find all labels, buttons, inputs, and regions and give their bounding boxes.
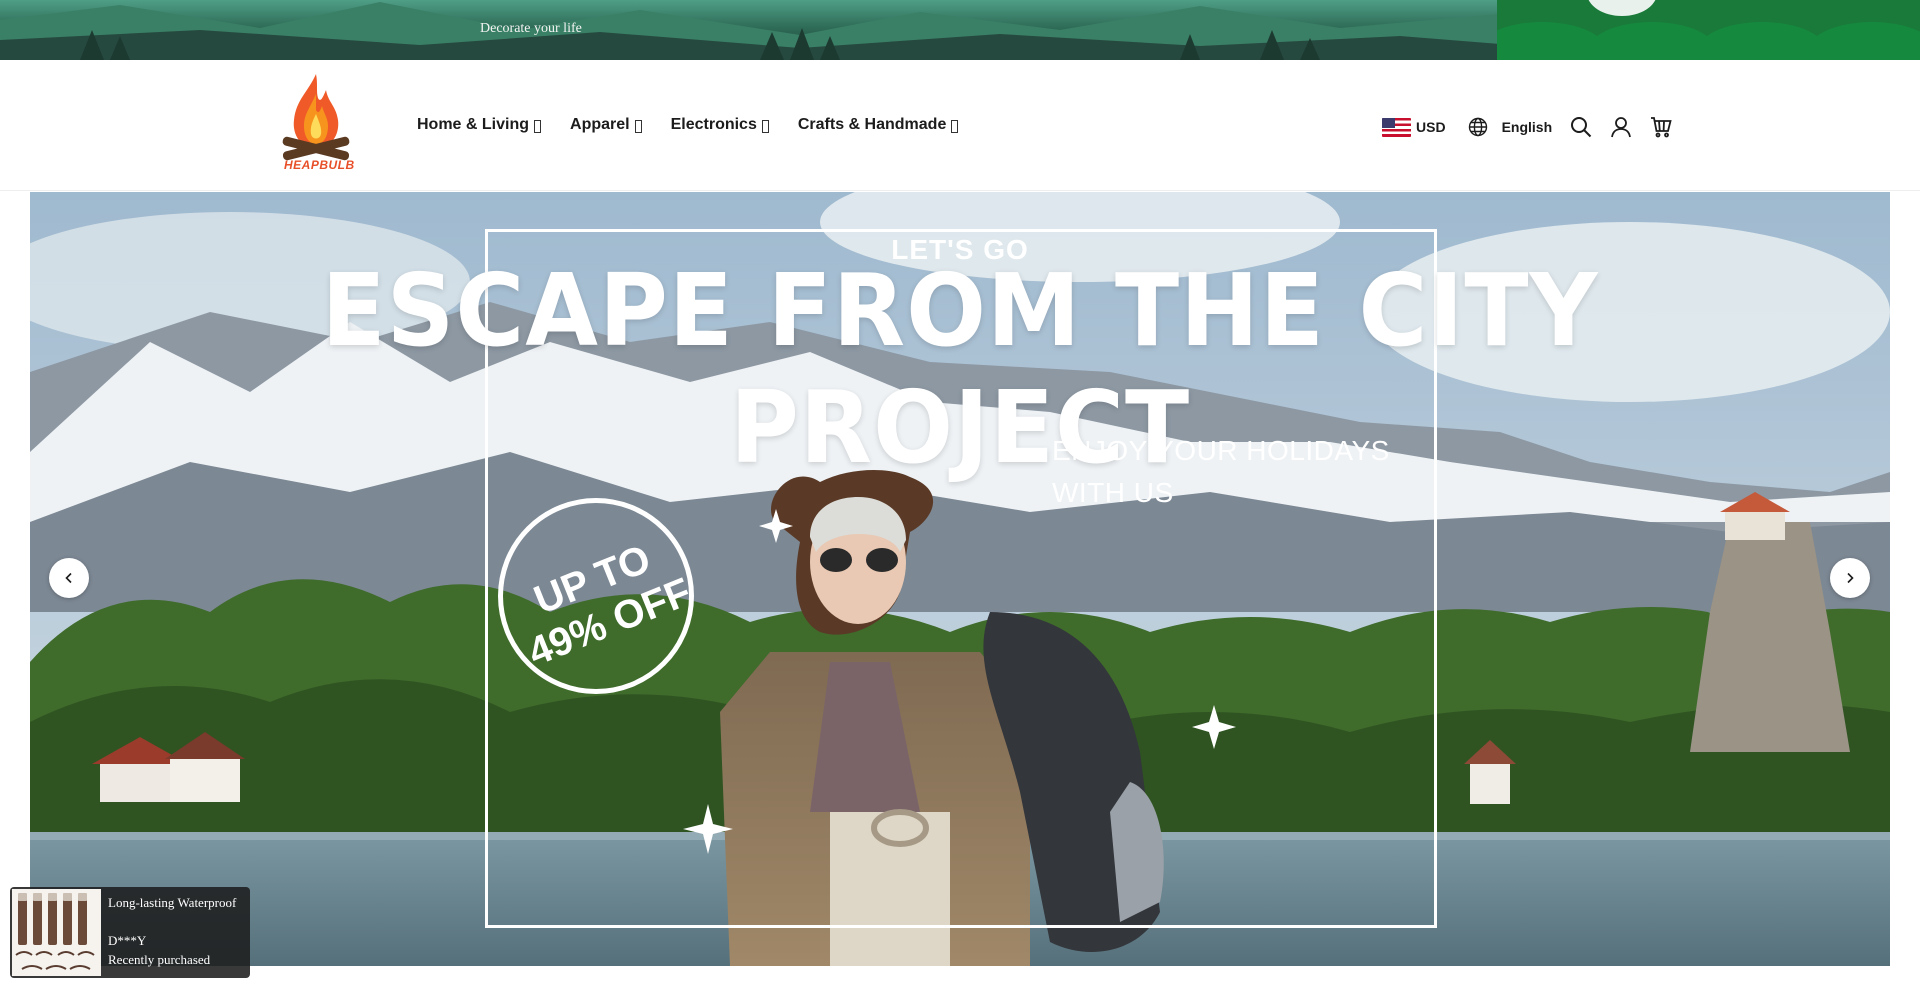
nav-item-label: Electronics — [670, 116, 757, 133]
chevron-down-icon — [634, 119, 642, 133]
header-actions: USD English — [1382, 112, 1690, 142]
chevron-left-icon — [65, 572, 72, 584]
search-icon[interactable] — [1570, 116, 1592, 138]
announcement-text[interactable]: Decorate your life — [480, 21, 582, 37]
nav-item-label: Apparel — [570, 116, 630, 133]
brand-wordmark: HEAPBULB — [284, 158, 355, 172]
hero-subline-line-2: WITH US — [1052, 477, 1174, 508]
cart-icon[interactable] — [1650, 116, 1672, 138]
hero-subline-line-1: ENJOY YOUR HOLIDAYS — [1052, 435, 1390, 466]
globe-icon[interactable] — [1468, 117, 1488, 137]
hero-subline: ENJOY YOUR HOLIDAYS WITH US — [1052, 430, 1390, 514]
language-selector[interactable]: English — [1502, 119, 1553, 135]
hero-headline: ESCAPE FROM THE CITY PROJECT — [321, 252, 1599, 486]
hero-slideshow[interactable]: LET'S GO ESCAPE FROM THE CITY PROJECT EN… — [30, 192, 1890, 966]
slideshow-next-button[interactable] — [1830, 558, 1870, 598]
discount-badge: UP TO 49% OFF — [498, 498, 697, 694]
popup-buyer-name: D***Y — [108, 933, 147, 948]
account-icon[interactable] — [1610, 116, 1632, 138]
announcement-bar: Decorate your life — [0, 0, 1920, 60]
slideshow-previous-button[interactable] — [49, 558, 89, 598]
currency-selector[interactable]: USD — [1416, 119, 1446, 135]
recent-purchase-popup[interactable]: Long-lasting Waterproof D***Y Recently p… — [10, 887, 250, 978]
product-image — [12, 889, 101, 976]
nav-item-crafts-handmade[interactable]: Crafts & Handmade — [797, 116, 959, 134]
site-header: HEAPBULB Home & Living Apparel Electroni… — [0, 60, 1920, 191]
chevron-down-icon — [761, 119, 769, 133]
nav-item-home-living[interactable]: Home & Living — [417, 116, 542, 134]
chevron-down-icon — [951, 119, 959, 133]
main-navigation: Home & Living Apparel Electronics Crafts… — [417, 116, 987, 134]
mountain-banner-image — [0, 2, 1500, 60]
nav-item-label: Crafts & Handmade — [797, 116, 947, 133]
nav-item-label: Home & Living — [417, 116, 530, 133]
banner-green-panel — [1497, 0, 1920, 60]
nav-item-electronics[interactable]: Electronics — [671, 116, 769, 134]
popup-status: Recently purchased — [108, 952, 211, 967]
product-thumbnail[interactable] — [12, 889, 101, 976]
popup-product-title[interactable]: Long-lasting Waterproof — [108, 895, 243, 911]
nav-item-apparel[interactable]: Apparel — [570, 116, 642, 134]
chevron-down-icon — [534, 119, 542, 133]
chevron-right-icon — [1847, 572, 1854, 584]
us-flag-icon[interactable] — [1382, 117, 1411, 137]
